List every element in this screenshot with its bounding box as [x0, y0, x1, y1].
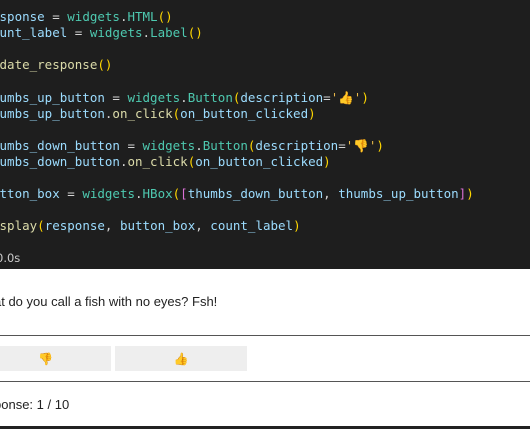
code-token: (): [157, 9, 173, 24]
code-token: pdate_response: [0, 57, 98, 72]
code-token: widgets: [67, 9, 120, 24]
count-label: ponse: 1 / 10: [0, 397, 70, 412]
code-token: description: [255, 138, 339, 153]
code-token: [: [180, 186, 188, 201]
code-token: Button: [187, 90, 233, 105]
code-token: .: [142, 25, 151, 40]
code-token: =: [67, 25, 90, 40]
code-line-display: isplay(response, button_box, count_label…: [0, 217, 301, 235]
code-line-button-box: utton_box = widgets.HBox([thumbs_down_bu…: [0, 185, 474, 203]
code-token: ): [293, 218, 301, 233]
output-divider: [0, 381, 530, 382]
code-token: count_label: [210, 218, 294, 233]
code-line-count-label: ount_label = widgets.Label(): [0, 24, 203, 42]
code-token: humbs_down_button: [0, 154, 120, 169]
code-token: .: [195, 138, 203, 153]
thumbs-up-icon: 👍: [173, 351, 189, 366]
code-token: =: [323, 90, 331, 105]
notebook-view: esponse = widgets.HTML() ount_label = wi…: [0, 0, 530, 442]
code-token: on_click: [112, 106, 173, 121]
code-token: on_click: [127, 154, 188, 169]
code-token: on_button_clicked: [180, 106, 309, 121]
code-token: (): [97, 57, 113, 72]
code-token: ): [323, 154, 331, 169]
code-token: utton_box: [0, 186, 60, 201]
code-token: ,: [195, 218, 211, 233]
code-token: =: [59, 186, 83, 201]
code-token: ): [376, 138, 384, 153]
code-token: isplay: [0, 218, 38, 233]
code-token: ount_label: [0, 25, 68, 40]
code-token: on_button_clicked: [195, 154, 324, 169]
code-token: =: [104, 90, 128, 105]
code-token: .: [135, 186, 143, 201]
code-token: =: [119, 138, 143, 153]
button-box: 👎 👍: [0, 346, 250, 371]
code-token: button_box: [119, 218, 196, 233]
code-token: HTML: [127, 9, 158, 24]
code-token: ,: [104, 218, 120, 233]
code-token: widgets: [89, 25, 143, 40]
code-token: HBox: [142, 186, 173, 201]
code-token: '👍': [330, 90, 362, 105]
code-line-thumbs-up-click: humbs_up_button.on_click(on_button_click…: [0, 105, 316, 123]
cell-bottom-border: [0, 426, 530, 429]
code-token: ): [466, 186, 474, 201]
code-token: thumbs_up_button: [338, 186, 459, 201]
code-token: Label: [150, 25, 188, 40]
code-token: =: [44, 9, 68, 24]
code-token: humbs_up_button: [0, 106, 105, 121]
execution-time: 0.0s: [0, 251, 21, 265]
code-token: thumbs_down_button: [187, 186, 324, 201]
code-token: (: [37, 218, 45, 233]
response-output: at do you call a fish with no eyes? Fsh!: [0, 294, 218, 309]
code-token: ,: [323, 186, 339, 201]
code-token: widgets: [82, 186, 135, 201]
code-cell[interactable]: esponse = widgets.HTML() ount_label = wi…: [0, 0, 530, 269]
output-divider: [0, 335, 530, 336]
code-token: '👎': [345, 138, 377, 153]
thumbs-down-button[interactable]: 👎: [0, 346, 111, 371]
code-token: humbs_up_button: [0, 90, 105, 105]
code-token: description: [240, 90, 324, 105]
code-token: Button: [202, 138, 248, 153]
code-token: (): [187, 25, 203, 40]
code-token: humbs_down_button: [0, 138, 120, 153]
code-token: widgets: [127, 90, 181, 105]
code-token: ): [361, 90, 369, 105]
code-line-update: pdate_response(): [0, 56, 112, 74]
code-token: ): [308, 106, 316, 121]
thumbs-up-button[interactable]: 👍: [115, 346, 247, 371]
code-token: =: [338, 138, 346, 153]
code-line-thumbs-down-click: humbs_down_button.on_click(on_button_cli…: [0, 153, 331, 171]
code-token: .: [180, 90, 188, 105]
code-token: esponse: [0, 9, 45, 24]
code-token: widgets: [142, 138, 196, 153]
thumbs-down-icon: 👎: [38, 351, 53, 366]
code-token: response: [44, 218, 105, 233]
